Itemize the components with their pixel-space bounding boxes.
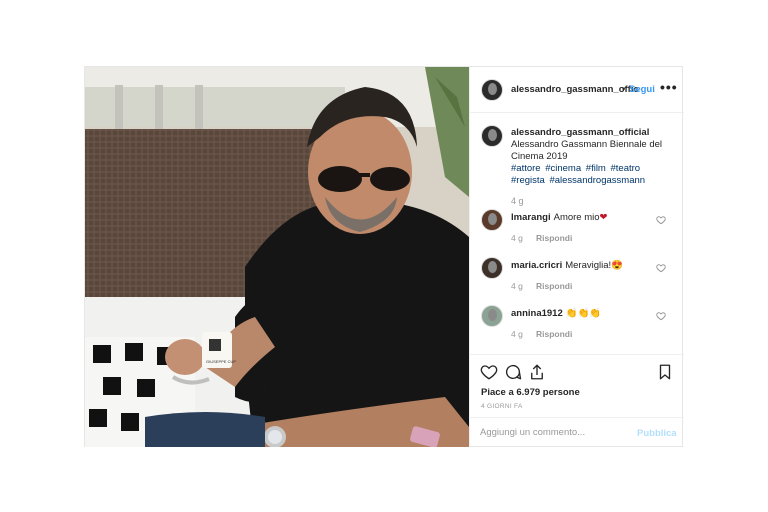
comment-avatar[interactable] xyxy=(481,305,503,327)
more-options-icon[interactable]: ••• xyxy=(660,79,678,95)
comment-text: 👏👏👏 xyxy=(565,308,602,319)
like-comment-icon[interactable] xyxy=(656,311,666,321)
comment-time: 4 g xyxy=(511,233,523,243)
publish-button[interactable]: Pubblica xyxy=(637,428,677,439)
reply-button[interactable]: Rispondi xyxy=(536,281,572,291)
comment-time: 4 g xyxy=(511,281,523,291)
cup-brand-text: GIUSEPPE CUP xyxy=(206,359,236,364)
hashtag-link[interactable]: #regista xyxy=(511,175,545,186)
comment-input[interactable] xyxy=(480,427,630,438)
comment-username[interactable]: lmarangi xyxy=(511,212,551,223)
likes-count[interactable]: Piace a 6.979 persone xyxy=(481,387,580,398)
comment-time: 4 g xyxy=(511,329,523,339)
like-comment-icon[interactable] xyxy=(656,263,666,273)
post-photo[interactable]: GIUSEPPE CUP xyxy=(85,67,469,447)
post-photo-illustration: GIUSEPPE CUP xyxy=(85,67,469,447)
comment-icon[interactable] xyxy=(504,363,522,381)
avatar[interactable] xyxy=(481,79,503,101)
like-comment-icon[interactable] xyxy=(656,215,666,225)
instagram-post-card: GIUSEPPE CUP alessandro_gassmann_offic •… xyxy=(84,66,684,447)
comment-avatar[interactable] xyxy=(481,209,503,231)
hashtag-link[interactable]: #cinema xyxy=(545,163,581,174)
comment-avatar[interactable] xyxy=(481,257,503,279)
share-icon[interactable] xyxy=(528,363,546,381)
follow-button[interactable]: Segui xyxy=(629,84,655,95)
comment-text: Amore mio xyxy=(553,212,600,223)
heart-icon[interactable] xyxy=(480,363,498,381)
caption-avatar[interactable] xyxy=(481,125,503,147)
post-actions: Piace a 6.979 persone 4 GIORNI FA Pubbli… xyxy=(470,354,684,447)
heart-eyes-emoji: 😍 xyxy=(611,260,624,271)
heart-emoji: ❤ xyxy=(599,212,608,223)
hashtag-link[interactable]: #teatro xyxy=(610,163,640,174)
caption-username[interactable]: alessandro_gassmann_official xyxy=(511,127,649,138)
comment-item: lmarangi Amore mio❤ 4 g Rispondi xyxy=(470,209,684,255)
hashtag-link[interactable]: #attore xyxy=(511,163,541,174)
post-header: alessandro_gassmann_offic • Segui ••• xyxy=(470,67,684,113)
hashtag-link[interactable]: #alessandrogassmann xyxy=(549,175,645,186)
post-time-ago: 4 GIORNI FA xyxy=(481,403,523,410)
comment-username[interactable]: maria.cricri xyxy=(511,260,562,271)
post-side-panel: alessandro_gassmann_offic • Segui ••• al… xyxy=(469,67,684,447)
comment-text: Meraviglia! xyxy=(565,260,612,271)
add-comment-bar: Pubblica xyxy=(470,417,684,448)
reply-button[interactable]: Rispondi xyxy=(536,329,572,339)
caption-text: Alessandro Gassmann Biennale del Cinema … xyxy=(511,139,663,162)
caption-hashtags: #attore #cinema #film #teatro #regista #… xyxy=(511,163,676,187)
comment-item: maria.cricri Meraviglia!😍 4 g Rispondi xyxy=(470,257,684,303)
comment-username[interactable]: annina1912 xyxy=(511,308,563,319)
header-separator: • xyxy=(622,84,626,95)
hashtag-link[interactable]: #film xyxy=(586,163,606,174)
reply-button[interactable]: Rispondi xyxy=(536,233,572,243)
comment-item: annina1912 👏👏👏 4 g Rispondi xyxy=(470,305,684,351)
caption-time: 4 g xyxy=(511,196,524,206)
header-username[interactable]: alessandro_gassmann_offic xyxy=(511,84,639,95)
bookmark-icon[interactable] xyxy=(656,363,674,381)
